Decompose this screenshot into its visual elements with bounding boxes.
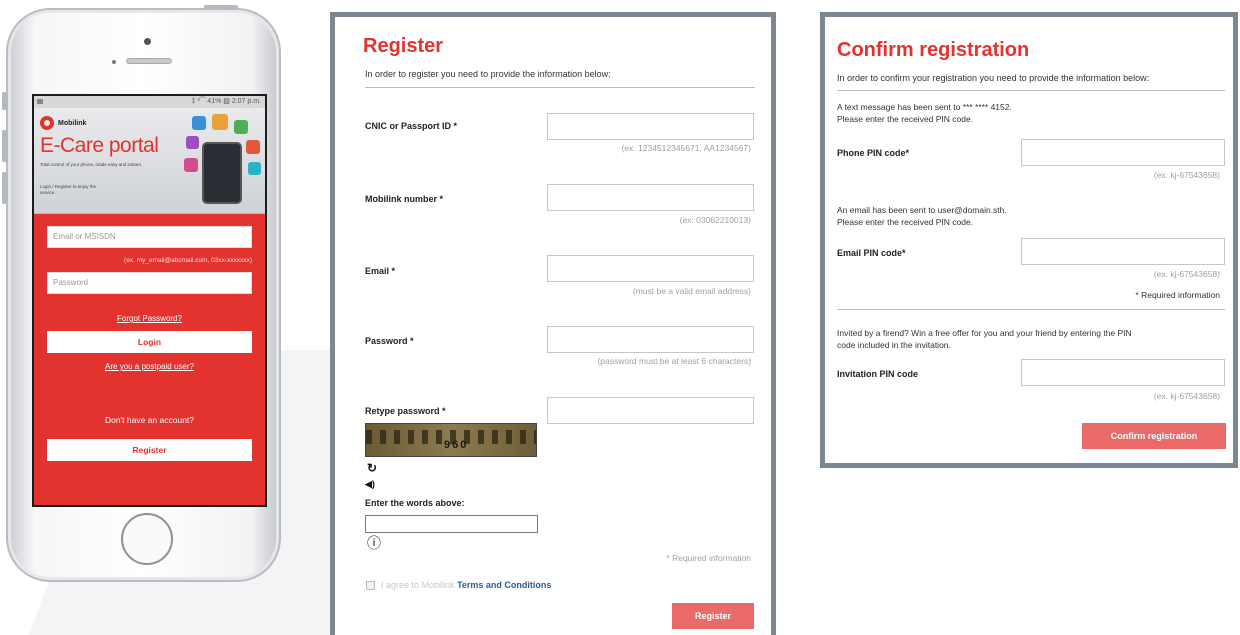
- forgot-password-link[interactable]: Forgot Password?: [47, 314, 252, 323]
- showcase-stage: ‡ ³⁀ 41% ▨ 2:07 p.m. Mobilink E-Care por…: [0, 0, 1240, 635]
- invite-text: Invited by a firend? Win a free offer fo…: [837, 328, 1132, 338]
- confirm-registration-panel: Confirm registration In order to confirm…: [820, 12, 1238, 468]
- app-tiles-illustration: [184, 114, 265, 210]
- portal-login-text: Login / Register to enjoy the service.: [40, 184, 97, 195]
- sms-instructions: Please enter the received PIN code.: [837, 114, 974, 124]
- password-hint: (password must be at least 6 characters): [597, 356, 751, 366]
- agree-text: I agree to Mobilink Terms and Conditions: [381, 580, 551, 590]
- invitation-pin-hint: (ex. kj-67543658): [1153, 391, 1220, 401]
- register-submit-button[interactable]: Register: [672, 603, 754, 629]
- phone-pin-label: Phone PIN code*: [837, 148, 910, 158]
- cnic-input[interactable]: [547, 113, 754, 140]
- portal-subtitle: Total control of your phone, made easy a…: [40, 162, 141, 167]
- audio-captcha-icon[interactable]: ◀): [365, 479, 375, 490]
- speaker-grille: [126, 58, 172, 64]
- terms-checkbox[interactable]: [366, 581, 375, 590]
- app-tile-icon: [246, 140, 260, 154]
- phone-pin-hint: (ex. kj-67543658): [1153, 170, 1220, 180]
- smartphone-icon: [202, 142, 242, 204]
- email-pin-hint: (ex. kj-67543658): [1153, 269, 1220, 279]
- register-panel: Register In order to register you need t…: [330, 12, 776, 635]
- confirm-intro: In order to confirm your registration yo…: [837, 73, 1150, 83]
- phone-pin-input[interactable]: [1021, 139, 1225, 166]
- divider: [837, 309, 1225, 310]
- password-input[interactable]: Password: [47, 272, 252, 294]
- confirm-registration-button[interactable]: Confirm registration: [1082, 423, 1226, 449]
- retype-password-input[interactable]: [547, 397, 754, 424]
- brand-name: Mobilink: [58, 119, 87, 127]
- power-button: [204, 5, 238, 10]
- portal-banner: Mobilink E-Care portal Total control of …: [34, 108, 265, 214]
- invitation-pin-input[interactable]: [1021, 359, 1225, 386]
- volume-down-button: [2, 172, 8, 204]
- email-pin-label: Email PIN code*: [837, 248, 906, 258]
- required-info: * Required information: [666, 553, 751, 563]
- email-sent-text: An email has been sent to user@domain.st…: [837, 205, 1007, 215]
- email-hint: (ex. my_email@abcmail.com, 03xx-xxxxxxx): [124, 257, 252, 264]
- portal-title: E-Care portal: [40, 134, 159, 157]
- app-tile-icon: [192, 116, 206, 130]
- volume-up-button: [2, 130, 8, 162]
- terms-link[interactable]: Terms and Conditions: [457, 580, 551, 590]
- invite-text-cont: code included in the invitation.: [837, 340, 951, 350]
- mobilink-logo-icon: [40, 116, 54, 130]
- captcha-text: 960: [444, 439, 469, 451]
- agree-prefix: I agree to Mobilink: [381, 580, 455, 590]
- mute-switch: [2, 92, 8, 110]
- notification-icon: [37, 99, 43, 104]
- register-intro: In order to register you need to provide…: [365, 69, 611, 79]
- app-tile-icon: [186, 136, 199, 149]
- cnic-label: CNIC or Passport ID *: [365, 121, 458, 131]
- no-account-text: Don't have an account?: [104, 415, 195, 425]
- brand: Mobilink: [40, 116, 86, 130]
- sensor-icon: [112, 60, 116, 64]
- confirm-title: Confirm registration: [837, 39, 1030, 61]
- email-msisdn-input[interactable]: Email or MSISDN: [47, 226, 252, 248]
- captcha-input[interactable]: [365, 515, 538, 533]
- home-button[interactable]: [121, 513, 173, 565]
- divider: [365, 87, 755, 88]
- app-tile-icon: [184, 158, 198, 172]
- password-input[interactable]: [547, 326, 754, 353]
- mobile-register-button[interactable]: Register: [47, 439, 252, 461]
- camera-icon: [144, 38, 151, 45]
- cnic-hint: (ex. 1234512345671, AA1234567): [621, 143, 751, 153]
- login-button[interactable]: Login: [47, 331, 252, 353]
- mobilink-number-hint: (ex: 03062210013): [679, 215, 751, 225]
- captcha-image: 960: [365, 423, 537, 457]
- mobilink-number-label: Mobilink number *: [365, 194, 444, 204]
- phone-frame: ‡ ³⁀ 41% ▨ 2:07 p.m. Mobilink E-Care por…: [2, 5, 281, 582]
- email-pin-input[interactable]: [1021, 238, 1225, 265]
- sms-sent-text: A text message has been sent to *** ****…: [837, 102, 1012, 112]
- login-form: Email or MSISDN (ex. my_email@abcmail.co…: [34, 214, 265, 461]
- email-label: Email *: [365, 266, 396, 276]
- refresh-captcha-icon[interactable]: ↻: [367, 461, 377, 475]
- required-info: * Required information: [1135, 290, 1220, 300]
- status-bar-text: ‡ ³⁀ 41% ▨ 2:07 p.m.: [191, 98, 261, 105]
- email-input[interactable]: [547, 255, 754, 282]
- register-title: Register: [363, 35, 444, 57]
- mobilink-number-input[interactable]: [547, 184, 754, 211]
- divider: [837, 90, 1225, 91]
- app-tile-icon: [248, 162, 261, 175]
- email-hint: (must be a valid email address): [632, 286, 751, 296]
- password-label: Password *: [365, 336, 414, 346]
- phone-screen: ‡ ³⁀ 41% ▨ 2:07 p.m. Mobilink E-Care por…: [32, 94, 267, 507]
- postpaid-user-link[interactable]: Are you a postpaid user?: [47, 362, 252, 371]
- retype-password-label: Retype password *: [365, 406, 446, 416]
- invitation-pin-label: Invitation PIN code: [837, 369, 919, 379]
- status-bar: ‡ ³⁀ 41% ▨ 2:07 p.m.: [34, 96, 265, 108]
- captcha-label: Enter the words above:: [365, 498, 465, 508]
- email-instructions: Please enter the received PIN code.: [837, 217, 974, 227]
- captcha-help-icon[interactable]: ⓘ: [367, 533, 381, 553]
- app-tile-icon: [234, 120, 248, 134]
- app-tile-icon: [212, 114, 228, 130]
